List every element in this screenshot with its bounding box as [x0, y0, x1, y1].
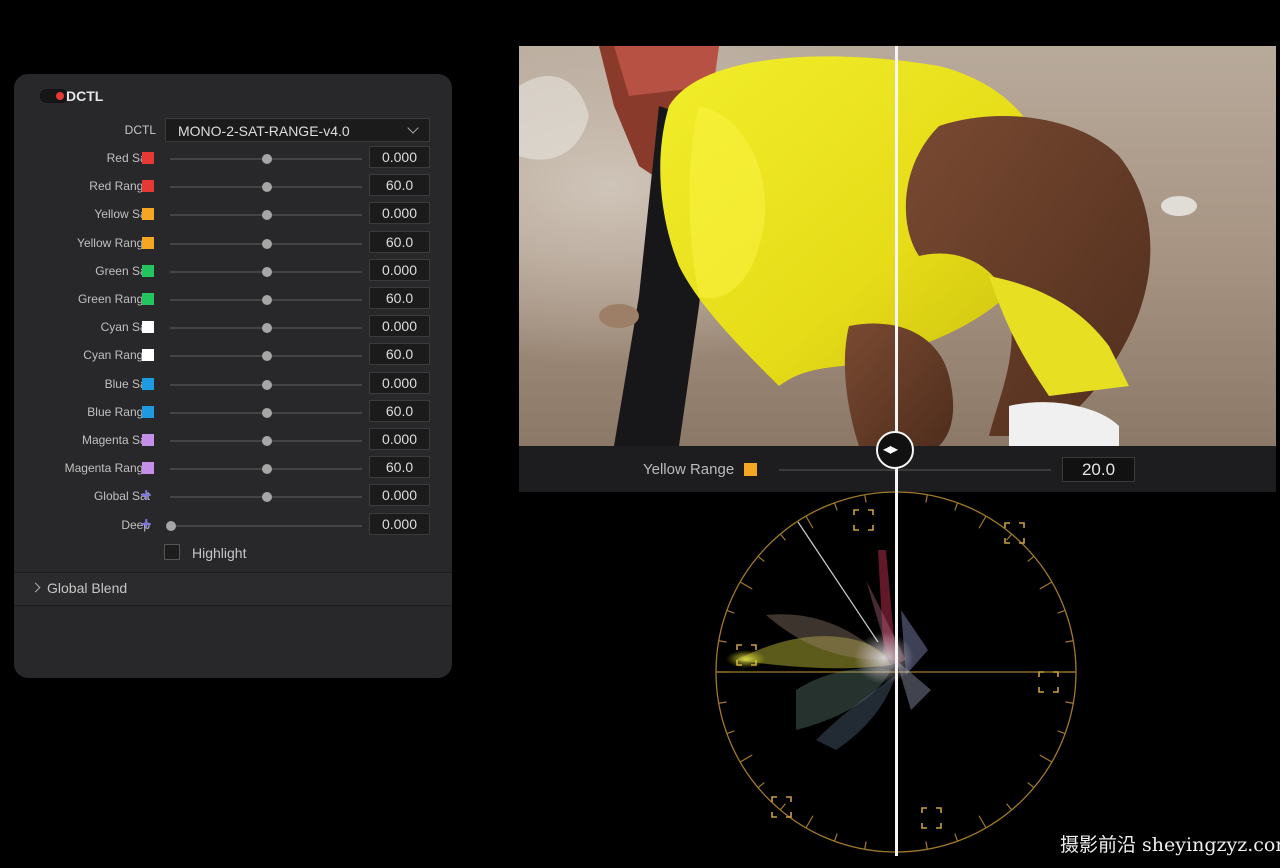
color-swatch: [142, 434, 154, 446]
slider-knob[interactable]: [262, 323, 272, 334]
enable-toggle[interactable]: [40, 89, 68, 103]
param-value[interactable]: 60.0: [369, 230, 430, 253]
highlight-checkbox[interactable]: [164, 544, 180, 560]
param-slider[interactable]: [166, 520, 362, 531]
param-value[interactable]: 0.000: [369, 371, 430, 394]
plus-icon: +: [141, 513, 152, 534]
param-row: Blue Sat 0.000: [14, 371, 452, 396]
param-row: Yellow Range 60.0: [14, 230, 452, 255]
param-slider[interactable]: [170, 436, 362, 446]
param-value[interactable]: 60.0: [369, 174, 430, 197]
param-slider[interactable]: [170, 464, 362, 475]
color-swatch: [142, 349, 154, 362]
param-slider[interactable]: [170, 154, 362, 164]
param-value[interactable]: 0.000: [369, 146, 430, 168]
param-label: Magenta Range: [64, 461, 150, 476]
dctl-panel: DCTL DCTL MONO-2-SAT-RANGE-v4.0 Red Sat 0…: [14, 74, 452, 678]
param-row: Cyan Range 60.0: [14, 343, 452, 367]
dctl-row: DCTL MONO-2-SAT-RANGE-v4.0: [14, 118, 452, 142]
dctl-select-value: MONO-2-SAT-RANGE-v4.0: [178, 123, 350, 139]
wipe-handle[interactable]: ◂▸: [876, 431, 914, 469]
panel-header: DCTL: [14, 74, 452, 118]
param-row: Magenta Sat 0.000: [14, 428, 452, 452]
slider-knob[interactable]: [262, 266, 272, 277]
param-row: Green Sat 0.000: [14, 258, 452, 283]
param-row: Deep +0.000: [14, 512, 452, 537]
chevron-right-icon: [30, 582, 41, 593]
slider-knob[interactable]: [262, 351, 272, 362]
param-value[interactable]: 0.000: [369, 428, 430, 450]
param-slider[interactable]: [170, 295, 362, 305]
color-swatch: [142, 208, 154, 221]
color-swatch: [142, 180, 154, 193]
param-row: Blue Range 60.0: [14, 399, 452, 424]
color-swatch: [142, 293, 154, 305]
color-swatch: [142, 321, 154, 334]
param-slider[interactable]: [170, 351, 362, 362]
global-blend-section[interactable]: Global Blend: [14, 573, 452, 605]
yellow-range-value[interactable]: 20.0: [1062, 457, 1135, 482]
param-slider[interactable]: [170, 379, 362, 390]
color-swatch: [142, 152, 154, 164]
dctl-select[interactable]: MONO-2-SAT-RANGE-v4.0: [165, 118, 430, 142]
slider-knob[interactable]: [262, 154, 272, 164]
color-swatch: [142, 236, 154, 249]
param-value[interactable]: 0.000: [369, 202, 430, 225]
panel-title: DCTL: [66, 88, 104, 104]
slider-knob[interactable]: [262, 464, 272, 475]
param-label: Red Range: [89, 179, 150, 194]
param-value[interactable]: 60.0: [369, 456, 430, 479]
param-label: Cyan Range: [83, 348, 150, 363]
plus-icon: +: [141, 485, 152, 506]
dctl-label: DCTL: [124, 123, 156, 137]
param-slider[interactable]: [170, 210, 362, 221]
slider-knob[interactable]: [262, 238, 272, 249]
param-value[interactable]: 60.0: [369, 287, 430, 309]
param-slider[interactable]: [170, 266, 362, 277]
param-slider[interactable]: [170, 492, 362, 503]
color-swatch: [142, 405, 154, 418]
watermark: 摄影前沿 sheyingzyz.com: [1060, 834, 1280, 856]
param-value[interactable]: 0.000: [369, 315, 430, 338]
chevron-down-icon: [407, 122, 419, 134]
param-label: Yellow Range: [77, 235, 150, 250]
slider-knob[interactable]: [262, 182, 272, 193]
slider-knob[interactable]: [262, 436, 272, 446]
yellow-swatch: [744, 463, 757, 476]
param-label: Green Range: [77, 292, 150, 306]
horizontal-arrows-icon: ◂▸: [883, 441, 898, 458]
param-row: Yellow Sat 0.000: [14, 202, 452, 226]
param-value[interactable]: 60.0: [369, 399, 430, 422]
param-value[interactable]: 0.000: [369, 512, 430, 535]
slider-knob[interactable]: [262, 379, 272, 390]
param-row: Cyan Sat 0.000: [14, 315, 452, 339]
slider-knob[interactable]: [262, 492, 272, 503]
param-value[interactable]: 0.000: [369, 484, 430, 507]
param-row: Red Range 60.0: [14, 174, 452, 198]
divider: [14, 605, 452, 606]
slider-knob[interactable]: [262, 210, 272, 221]
color-swatch: [142, 377, 154, 390]
param-value[interactable]: 60.0: [369, 343, 430, 366]
slider-knob[interactable]: [166, 520, 176, 531]
param-row: Green Range 60.0: [14, 287, 452, 311]
yellow-range-slider[interactable]: [779, 469, 1051, 471]
param-slider[interactable]: [170, 238, 362, 249]
yellow-range-label: Yellow Range: [643, 461, 735, 478]
slider-knob[interactable]: [262, 295, 272, 305]
param-label: Magenta Sat: [81, 433, 150, 447]
color-swatch: [142, 462, 154, 475]
param-slider[interactable]: [170, 182, 362, 193]
highlight-label: Highlight: [192, 545, 247, 561]
param-value[interactable]: 0.000: [369, 258, 430, 281]
param-slider[interactable]: [170, 323, 362, 334]
color-swatch: [142, 264, 154, 277]
global-blend-label: Global Blend: [47, 580, 128, 596]
slider-knob[interactable]: [262, 407, 272, 418]
param-row: Magenta Range 60.0: [14, 456, 452, 480]
param-row: Red Sat 0.000: [14, 146, 452, 170]
param-slider[interactable]: [170, 407, 362, 418]
param-row: Global Sat +0.000: [14, 484, 452, 508]
param-label: Blue Range: [87, 404, 150, 419]
